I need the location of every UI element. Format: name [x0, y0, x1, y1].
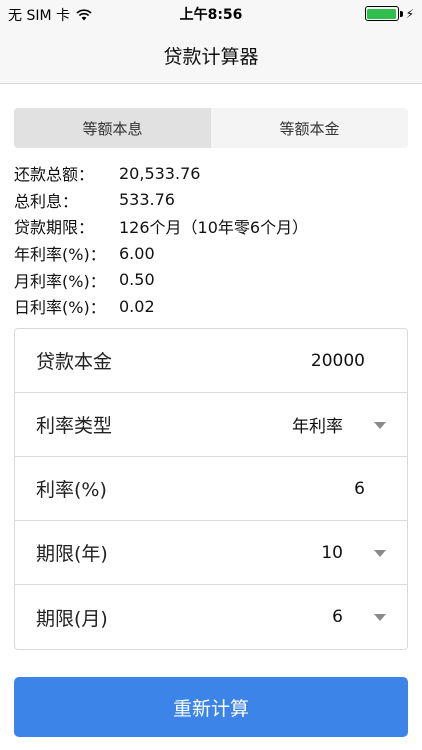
result-row-total-interest: 总利息： 533.76 [14, 187, 408, 214]
results-summary: 还款总额： 20,533.76 总利息： 533.76 贷款期限： 126个月（… [14, 160, 408, 320]
form-row-rate-type[interactable]: 利率类型 年利率 [15, 393, 407, 457]
battery-icon [364, 6, 403, 21]
chevron-down-icon[interactable] [374, 614, 386, 621]
form-row-term-months[interactable]: 期限(月) 6 [15, 585, 407, 649]
result-row-total-repayment: 还款总额： 20,533.76 [14, 160, 408, 187]
result-row-monthly-rate: 月利率(%)： 0.50 [14, 266, 408, 293]
recalculate-button[interactable]: 重新计算 [14, 677, 408, 737]
loan-input-form: 贷款本金 20000 利率类型 年利率 利率(%) 6 期限(年) 10 期限(… [14, 328, 408, 650]
rate-input[interactable]: 6 [225, 479, 365, 499]
rate-type-select[interactable]: 年利率 [203, 412, 343, 437]
chevron-down-icon[interactable] [374, 422, 386, 429]
term-months-label: 期限(月) [36, 607, 108, 630]
form-row-term-years[interactable]: 期限(年) 10 [15, 521, 407, 585]
result-value: 0.50 [119, 270, 155, 290]
status-bar: 无 SIM 卡 上午8:56 ⚡ [0, 0, 422, 28]
result-row-daily-rate: 日利率(%)： 0.02 [14, 293, 408, 320]
term-years-label: 期限(年) [36, 543, 108, 565]
rate-label: 利率(%) [36, 479, 107, 501]
result-value: 0.02 [119, 296, 155, 316]
chevron-down-icon[interactable] [374, 550, 386, 557]
principal-label: 贷款本金 [36, 351, 113, 373]
repayment-method-tabs: 等额本息 等额本金 [14, 108, 408, 148]
battery-fill [367, 8, 397, 19]
tab-equal-principal[interactable]: 等额本金 [211, 108, 408, 148]
result-label: 日利率(%)： [14, 298, 106, 318]
result-label: 年利率(%)： [14, 245, 106, 265]
result-value: 20,533.76 [119, 163, 201, 183]
result-label: 总利息： [14, 191, 79, 211]
status-time: 上午8:56 [179, 7, 243, 23]
tab-equal-installment[interactable]: 等额本息 [14, 108, 211, 148]
result-value: 6.00 [119, 243, 155, 263]
form-row-rate: 利率(%) 6 [15, 457, 407, 521]
result-label: 月利率(%)： [14, 271, 106, 291]
term-months-select[interactable]: 6 [203, 607, 343, 627]
result-value: 533.76 [119, 190, 175, 210]
rate-type-label: 利率类型 [36, 415, 113, 437]
charging-bolt-icon: ⚡ [405, 6, 414, 21]
term-years-select[interactable]: 10 [203, 543, 343, 563]
result-value: 126个月（10年零6个月） [119, 218, 309, 238]
page-title: 贷款计算器 [163, 46, 259, 68]
result-label: 还款总额： [14, 165, 95, 185]
navigation-bar: 贷款计算器 [0, 28, 422, 84]
result-label: 贷款期限： [14, 218, 95, 238]
principal-input[interactable]: 20000 [225, 351, 365, 371]
result-row-loan-term: 贷款期限： 126个月（10年零6个月） [14, 213, 408, 240]
result-row-annual-rate: 年利率(%)： 6.00 [14, 240, 408, 267]
battery-group: ⚡ [364, 6, 414, 21]
form-row-principal: 贷款本金 20000 [15, 329, 407, 393]
